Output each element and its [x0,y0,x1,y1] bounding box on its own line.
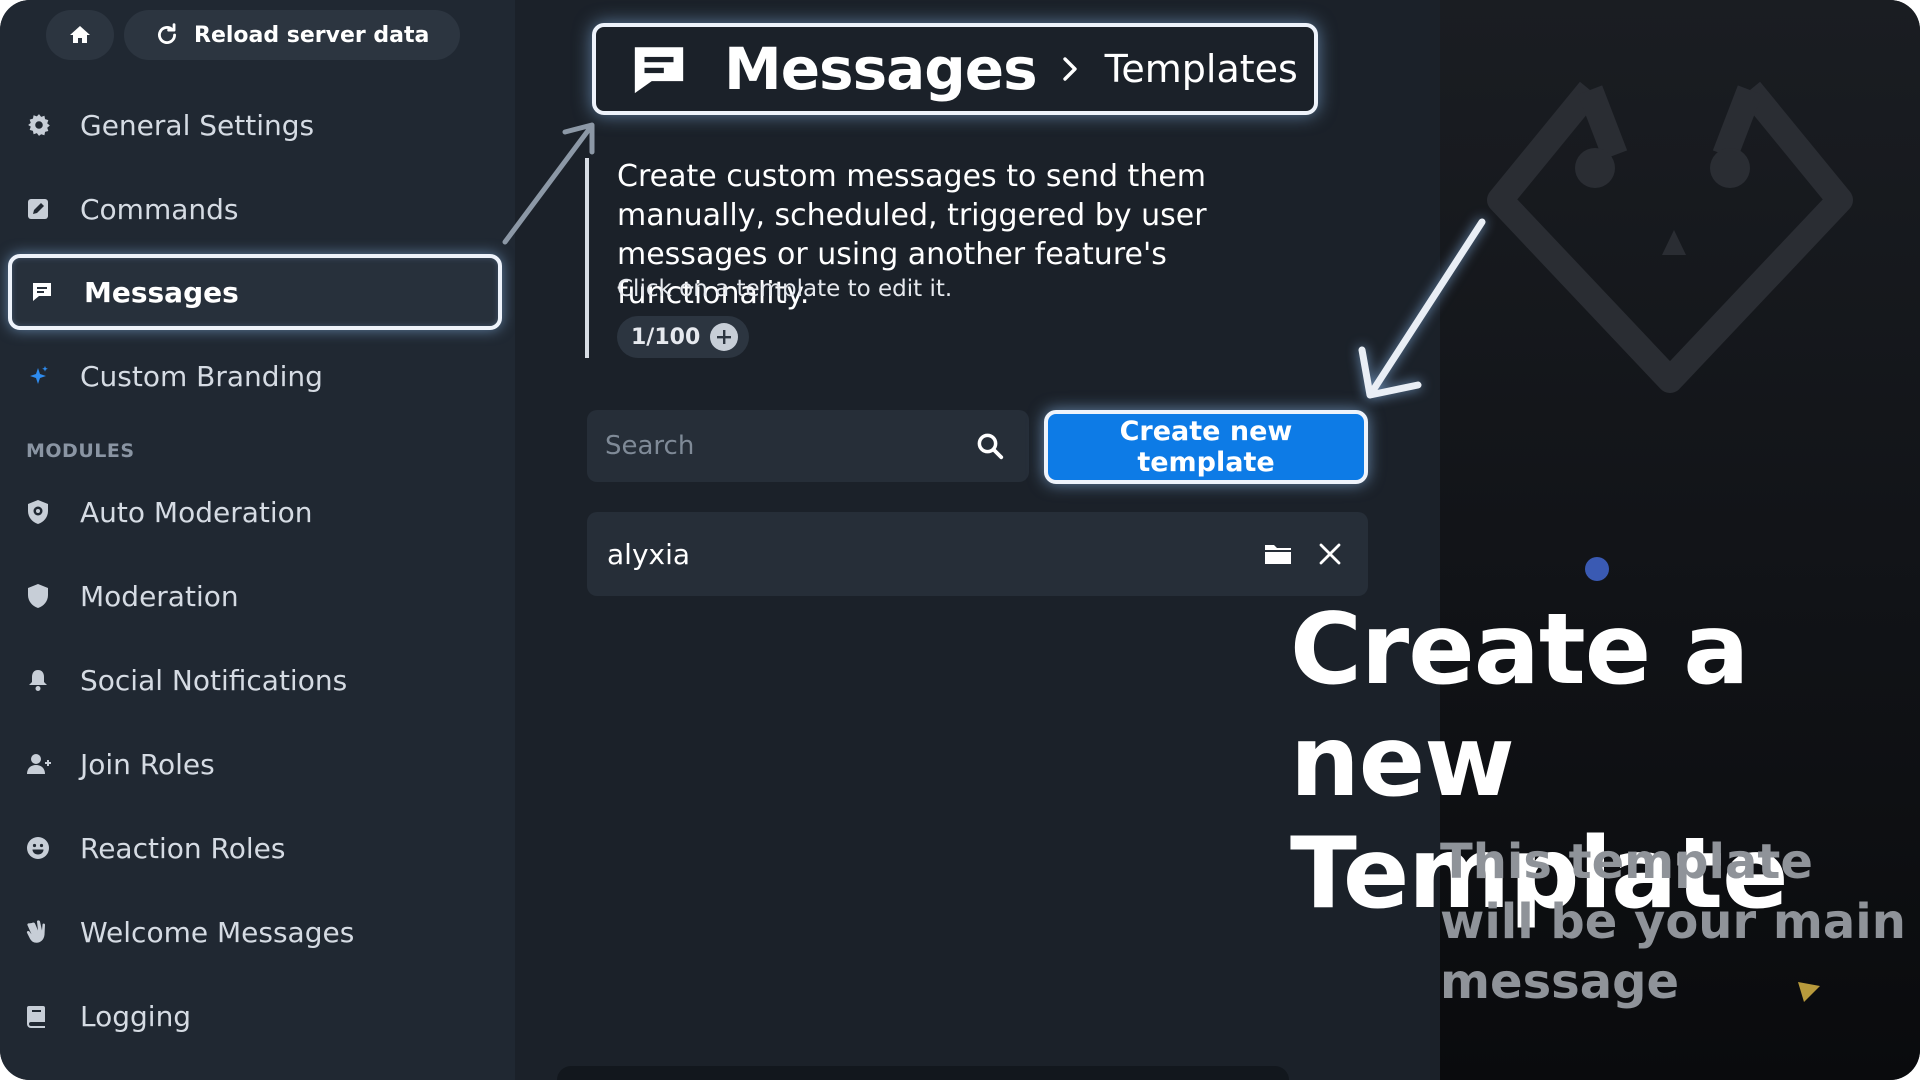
sidebar-item-auto-moderation[interactable]: Auto Moderation [8,474,502,550]
shield-gear-icon [28,500,48,524]
sidebar-item-label: Social Notifications [80,663,348,697]
bell-icon [29,670,47,691]
book-icon [27,1006,45,1028]
sidebar-item-label: Welcome Messages [80,915,355,949]
template-counter[interactable]: 1/100 [617,316,749,358]
shield-icon [28,584,48,608]
sidebar: Reload server data General Settings Comm… [0,0,515,1080]
sidebar-item-logging[interactable]: Logging [8,978,502,1054]
home-button[interactable] [46,10,114,60]
sidebar-item-label: Custom Branding [80,359,323,393]
smiley-icon [27,837,49,859]
increase-limit-button[interactable] [710,323,739,351]
description-divider [585,158,589,358]
template-count: 1/100 [631,324,701,350]
search-icon[interactable] [975,431,1005,461]
app-window: Reload server data General Settings Comm… [0,0,1920,1080]
close-icon[interactable] [1318,542,1342,566]
message-icon [33,283,51,301]
sidebar-item-messages[interactable]: Messages [8,254,502,330]
sidebar-topbar: Reload server data [46,10,460,60]
folder-icon[interactable] [1264,542,1292,566]
page-hint: Click on a template to edit it. [617,276,953,302]
sidebar-item-join-roles[interactable]: Join Roles [8,726,502,802]
modules-section-label: MODULES [26,440,135,462]
reload-server-data-button[interactable]: Reload server data [124,10,460,60]
overlay-subline: This template will be your main message [1440,834,1906,1010]
edit-square-icon [28,199,48,219]
reload-label: Reload server data [194,22,430,48]
sidebar-item-label: Auto Moderation [80,495,313,529]
search-box [587,410,1029,482]
search-input[interactable] [605,431,975,461]
bottom-panel [557,1066,1289,1080]
sidebar-item-welcome-messages[interactable]: Welcome Messages [8,894,502,970]
sidebar-item-label: Logging [80,999,192,1033]
sidebar-item-label: Messages [84,275,239,309]
create-new-template-button[interactable]: Create new template [1044,410,1368,484]
sidebar-item-label: General Settings [80,108,315,142]
mascot-watermark-icon [1487,81,1853,393]
sidebar-item-general-settings[interactable]: General Settings [8,87,502,163]
sidebar-item-label: Moderation [80,579,239,613]
sidebar-item-moderation[interactable]: Moderation [8,558,502,634]
sidebar-item-label: Commands [80,192,239,226]
chevron-right-icon [1062,57,1077,81]
breadcrumb-current: Templates [1104,47,1298,91]
sparkle-icon [30,366,48,384]
wave-hand-icon [26,920,45,943]
sidebar-item-label: Join Roles [80,747,215,781]
sidebar-item-custom-branding[interactable]: Custom Branding [8,338,502,414]
template-actions [1264,542,1368,566]
page-title[interactable]: Messages [724,35,1038,103]
sidebar-item-commands[interactable]: Commands [8,171,502,247]
gear-icon [28,114,50,136]
sidebar-item-label: Reaction Roles [80,831,286,865]
sidebar-item-reaction-roles[interactable]: Reaction Roles [8,810,502,886]
blue-dot [1585,557,1609,581]
message-icon [634,47,684,94]
home-icon [70,26,90,43]
user-plus-icon [27,754,51,774]
refresh-icon [158,23,176,44]
template-name: alyxia [607,537,691,571]
sidebar-item-social-notifications[interactable]: Social Notifications [8,642,502,718]
breadcrumb: Messages Templates [592,23,1318,115]
table-row[interactable]: alyxia [587,512,1368,596]
play-triangle-icon [1798,982,1820,1002]
plus-icon [717,330,732,344]
